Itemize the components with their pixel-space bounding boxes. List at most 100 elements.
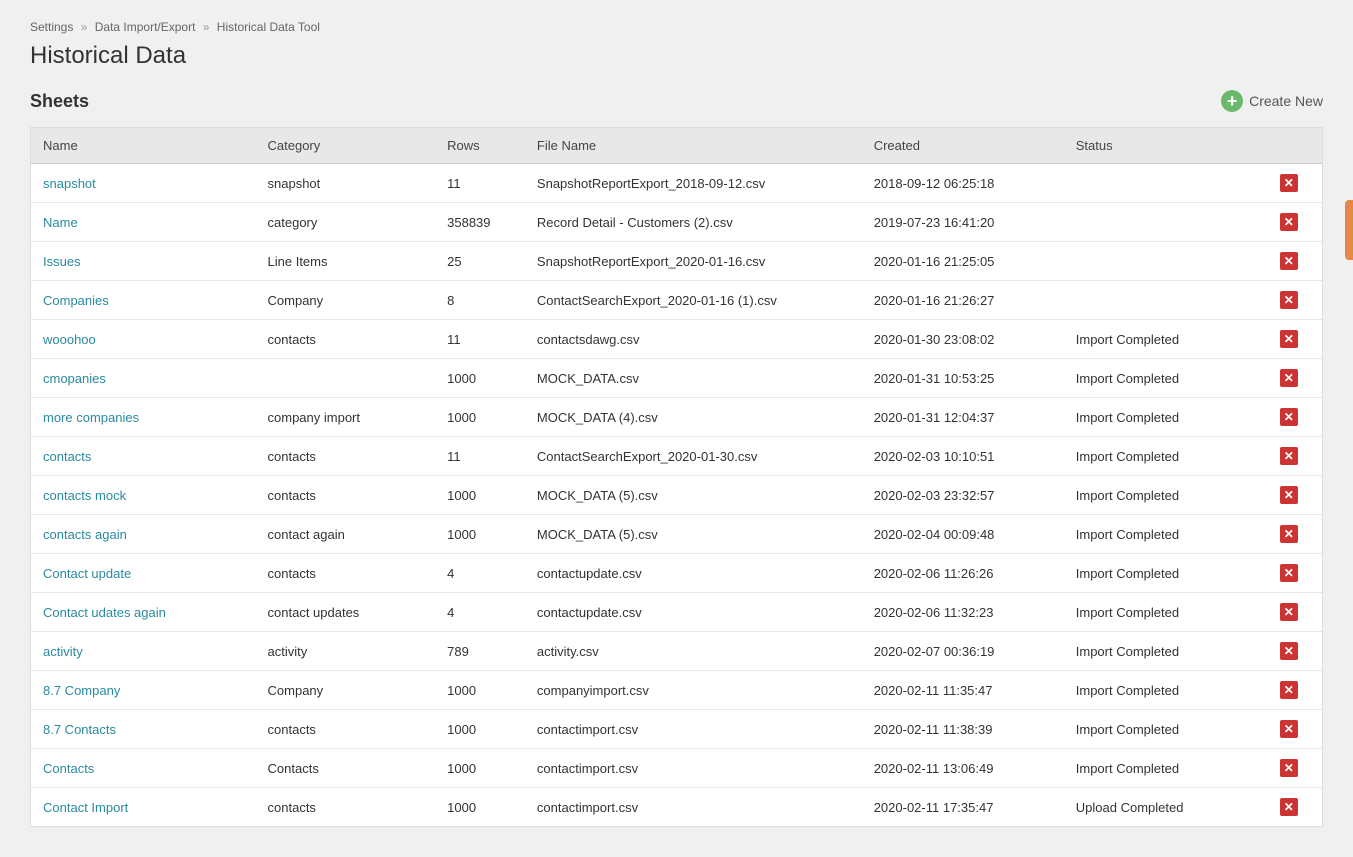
- table-row: wooohoocontacts11contactsdawg.csv2020-01…: [31, 320, 1322, 359]
- delete-button[interactable]: ✕: [1278, 211, 1300, 233]
- col-header-filename: File Name: [525, 128, 862, 164]
- cell-status: Upload Completed: [1064, 788, 1266, 827]
- delete-button[interactable]: ✕: [1278, 562, 1300, 584]
- cell-name: contacts again: [31, 515, 256, 554]
- cell-filename: contactimport.csv: [525, 788, 862, 827]
- row-name-link[interactable]: snapshot: [43, 176, 96, 191]
- delete-button[interactable]: ✕: [1278, 718, 1300, 740]
- row-name-link[interactable]: activity: [43, 644, 83, 659]
- cell-name: snapshot: [31, 164, 256, 203]
- cell-action: ✕: [1266, 632, 1322, 671]
- cell-category: contacts: [256, 437, 436, 476]
- cell-rows: 1000: [435, 671, 525, 710]
- delete-button[interactable]: ✕: [1278, 757, 1300, 779]
- cell-action: ✕: [1266, 359, 1322, 398]
- table-row: activityactivity789activity.csv2020-02-0…: [31, 632, 1322, 671]
- trash-icon: ✕: [1280, 681, 1298, 699]
- table-row: Contact updatecontacts4contactupdate.csv…: [31, 554, 1322, 593]
- delete-button[interactable]: ✕: [1278, 289, 1300, 311]
- cell-action: ✕: [1266, 593, 1322, 632]
- row-name-link[interactable]: more companies: [43, 410, 139, 425]
- trash-icon: ✕: [1280, 369, 1298, 387]
- trash-icon: ✕: [1280, 408, 1298, 426]
- cell-category: contacts: [256, 788, 436, 827]
- row-name-link[interactable]: Contact Import: [43, 800, 128, 815]
- right-bar-decoration: [1345, 200, 1353, 260]
- cell-created: 2018-09-12 06:25:18: [862, 164, 1064, 203]
- trash-icon: ✕: [1280, 174, 1298, 192]
- cell-name: wooohoo: [31, 320, 256, 359]
- row-name-link[interactable]: Contact update: [43, 566, 131, 581]
- delete-button[interactable]: ✕: [1278, 172, 1300, 194]
- row-name-link[interactable]: 8.7 Contacts: [43, 722, 116, 737]
- row-name-link[interactable]: Contact udates again: [43, 605, 166, 620]
- trash-icon: ✕: [1280, 330, 1298, 348]
- cell-filename: companyimport.csv: [525, 671, 862, 710]
- cell-filename: Record Detail - Customers (2).csv: [525, 203, 862, 242]
- sheets-title: Sheets: [30, 91, 89, 112]
- trash-icon: ✕: [1280, 525, 1298, 543]
- cell-name: more companies: [31, 398, 256, 437]
- cell-action: ✕: [1266, 710, 1322, 749]
- row-name-link[interactable]: contacts: [43, 449, 91, 464]
- delete-button[interactable]: ✕: [1278, 250, 1300, 272]
- create-new-button[interactable]: + Create New: [1221, 90, 1323, 112]
- cell-name: Contact udates again: [31, 593, 256, 632]
- cell-created: 2020-02-11 13:06:49: [862, 749, 1064, 788]
- col-header-status: Status: [1064, 128, 1266, 164]
- cell-category: contacts: [256, 476, 436, 515]
- cell-name: cmopanies: [31, 359, 256, 398]
- cell-category: Contacts: [256, 749, 436, 788]
- delete-button[interactable]: ✕: [1278, 484, 1300, 506]
- row-name-link[interactable]: Name: [43, 215, 78, 230]
- row-name-link[interactable]: Issues: [43, 254, 81, 269]
- table-row: CompaniesCompany8ContactSearchExport_202…: [31, 281, 1322, 320]
- sheets-table-container: Name Category Rows File Name Created Sta…: [30, 127, 1323, 827]
- delete-button[interactable]: ✕: [1278, 445, 1300, 467]
- row-name-link[interactable]: contacts mock: [43, 488, 126, 503]
- cell-name: Companies: [31, 281, 256, 320]
- table-row: Namecategory358839Record Detail - Custom…: [31, 203, 1322, 242]
- cell-created: 2020-02-11 11:35:47: [862, 671, 1064, 710]
- cell-category: Line Items: [256, 242, 436, 281]
- row-name-link[interactable]: wooohoo: [43, 332, 96, 347]
- delete-button[interactable]: ✕: [1278, 679, 1300, 701]
- delete-button[interactable]: ✕: [1278, 640, 1300, 662]
- delete-button[interactable]: ✕: [1278, 328, 1300, 350]
- row-name-link[interactable]: Companies: [43, 293, 109, 308]
- cell-category: snapshot: [256, 164, 436, 203]
- table-row: contacts mockcontacts1000MOCK_DATA (5).c…: [31, 476, 1322, 515]
- cell-rows: 4: [435, 554, 525, 593]
- delete-button[interactable]: ✕: [1278, 367, 1300, 389]
- row-name-link[interactable]: cmopanies: [43, 371, 106, 386]
- delete-button[interactable]: ✕: [1278, 523, 1300, 545]
- cell-rows: 358839: [435, 203, 525, 242]
- row-name-link[interactable]: contacts again: [43, 527, 127, 542]
- cell-rows: 11: [435, 320, 525, 359]
- cell-rows: 1000: [435, 515, 525, 554]
- cell-filename: MOCK_DATA.csv: [525, 359, 862, 398]
- cell-rows: 1000: [435, 476, 525, 515]
- cell-filename: contactsdawg.csv: [525, 320, 862, 359]
- row-name-link[interactable]: 8.7 Company: [43, 683, 120, 698]
- table-header-row: Name Category Rows File Name Created Sta…: [31, 128, 1322, 164]
- trash-icon: ✕: [1280, 759, 1298, 777]
- cell-rows: 25: [435, 242, 525, 281]
- delete-button[interactable]: ✕: [1278, 406, 1300, 428]
- cell-category: [256, 359, 436, 398]
- trash-icon: ✕: [1280, 213, 1298, 231]
- delete-button[interactable]: ✕: [1278, 796, 1300, 818]
- cell-created: 2020-02-06 11:32:23: [862, 593, 1064, 632]
- cell-name: Name: [31, 203, 256, 242]
- cell-created: 2020-01-16 21:26:27: [862, 281, 1064, 320]
- delete-button[interactable]: ✕: [1278, 601, 1300, 623]
- row-name-link[interactable]: Contacts: [43, 761, 94, 776]
- cell-status: [1064, 164, 1266, 203]
- cell-name: activity: [31, 632, 256, 671]
- table-row: more companiescompany import1000MOCK_DAT…: [31, 398, 1322, 437]
- cell-created: 2020-01-30 23:08:02: [862, 320, 1064, 359]
- cell-action: ✕: [1266, 476, 1322, 515]
- cell-filename: ContactSearchExport_2020-01-30.csv: [525, 437, 862, 476]
- cell-rows: 1000: [435, 398, 525, 437]
- trash-icon: ✕: [1280, 447, 1298, 465]
